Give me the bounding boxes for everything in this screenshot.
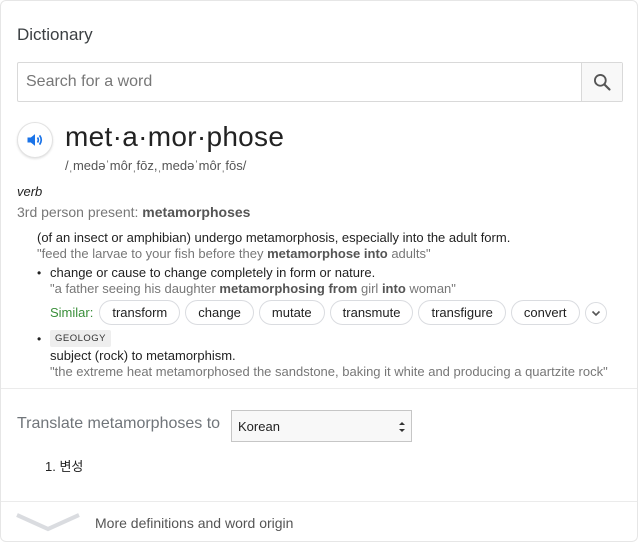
speaker-icon: [27, 134, 43, 146]
selected-language: Korean: [238, 418, 280, 434]
dictionary-card: Dictionary met·a·mor·phose /ˌmedəˈmôrˌfō…: [0, 0, 638, 542]
language-select[interactable]: Korean: [231, 410, 412, 442]
example: "feed the larvae to your fish before the…: [37, 246, 627, 262]
sense-2: change or cause to change completely in …: [50, 265, 630, 297]
sense-1: (of an insect or amphibian) undergo meta…: [37, 230, 627, 262]
example-highlight: metamorphosing from: [219, 281, 358, 296]
search-button[interactable]: [581, 63, 622, 101]
example: "a father seeing his daughter metamorpho…: [50, 281, 630, 297]
pronunciation-button[interactable]: [17, 122, 53, 158]
example-text: "a father seeing his daughter: [50, 281, 220, 296]
example-text: adults": [387, 246, 431, 261]
forms-value: metamorphoses: [142, 204, 251, 220]
select-arrows-icon: [399, 422, 405, 432]
translation-result: 1. 변성: [45, 459, 84, 474]
divider: [1, 501, 637, 502]
sense-3: subject (rock) to metamorphism. "the ext…: [50, 348, 635, 380]
chevron-down-icon: [591, 310, 600, 316]
similar-chip-transfigure[interactable]: transfigure: [418, 300, 506, 325]
similar-chip-transform[interactable]: transform: [99, 300, 181, 325]
definition: change or cause to change completely in …: [50, 265, 376, 280]
definition: (of an insect or amphibian) undergo meta…: [37, 230, 511, 245]
search-input[interactable]: [18, 63, 581, 101]
expand-chevron-icon[interactable]: [15, 511, 81, 533]
domain-tag: GEOLOGY: [50, 330, 112, 347]
headword: met·a·mor·phose: [65, 121, 285, 152]
more-definitions-link[interactable]: More definitions and word origin: [95, 515, 293, 531]
card-title: Dictionary: [17, 25, 93, 44]
example-highlight: metamorphose into: [267, 246, 388, 261]
example: "the extreme heat metamorphosed the sand…: [50, 364, 608, 379]
similar-chip-convert[interactable]: convert: [510, 300, 580, 325]
translate-label: Translate metamorphoses to: [17, 415, 221, 432]
bullet: •: [37, 266, 42, 280]
similar-chip-change[interactable]: change: [185, 300, 254, 325]
example-highlight: into: [381, 281, 406, 296]
example-text: "feed the larvae to your fish before the…: [37, 246, 268, 261]
phonetic-spelling: /ˌmedəˈmôrˌfōz,ˌmedəˈmôrˌfōs/: [65, 158, 247, 173]
part-of-speech: verb: [17, 184, 43, 199]
similar-chip-transmute[interactable]: transmute: [329, 300, 414, 325]
similar-label: Similar:: [50, 305, 94, 320]
similar-chip-mutate[interactable]: mutate: [258, 300, 325, 325]
example-text: woman": [405, 281, 456, 296]
example-text: girl: [357, 281, 382, 296]
word-forms: 3rd person present: metamorphoses: [17, 204, 250, 220]
definition: subject (rock) to metamorphism.: [50, 348, 236, 363]
forms-label: 3rd person present:: [17, 204, 143, 220]
similar-words: Similar: transform change mutate transmu…: [50, 300, 607, 325]
divider: [1, 388, 637, 389]
search-icon: [594, 74, 611, 91]
search-box: [17, 62, 623, 102]
more-similar-button[interactable]: [584, 301, 607, 324]
bullet: •: [37, 332, 42, 346]
